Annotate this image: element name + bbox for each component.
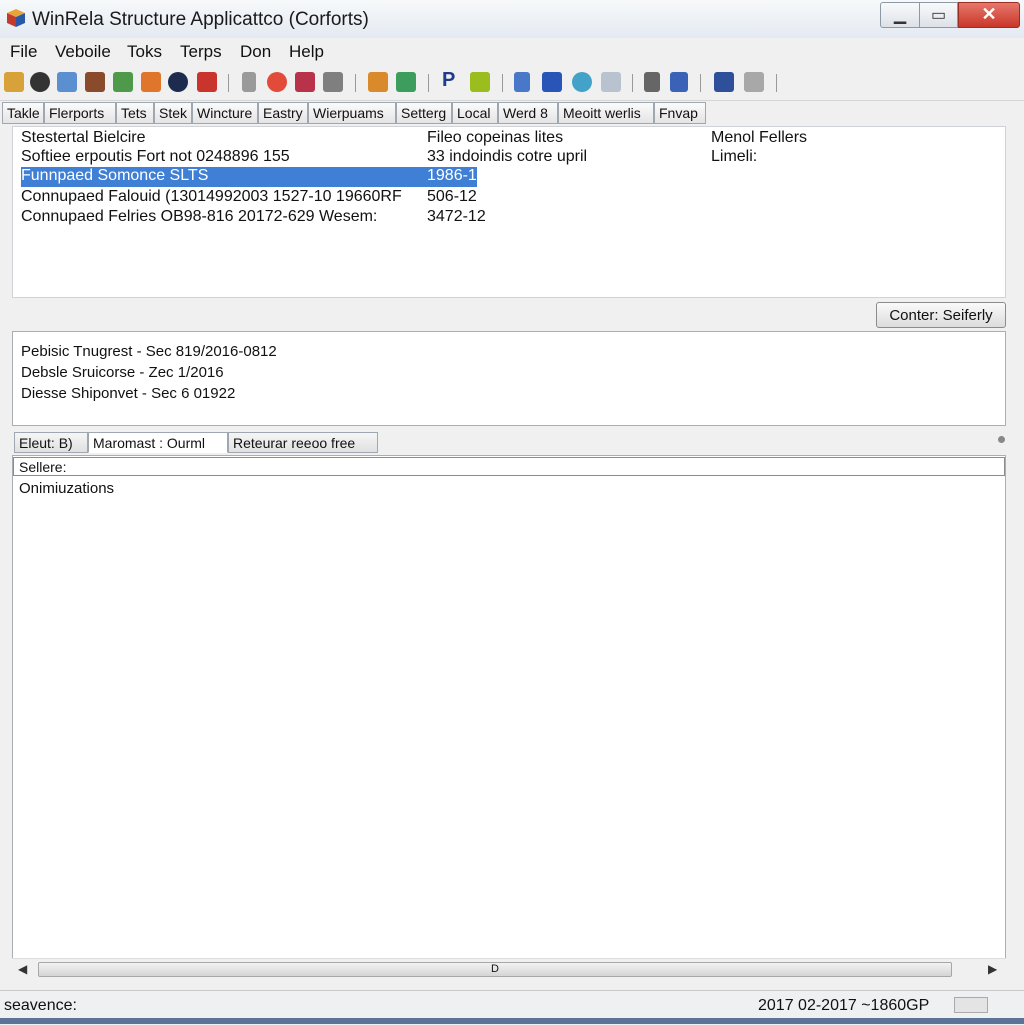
menu-bar: File Veboile Toks Terps Don Help: [0, 38, 1024, 66]
column-header-2[interactable]: Fileo copeinas lites: [427, 129, 563, 147]
tab-flerports[interactable]: Flerports: [44, 102, 116, 124]
tab-takle[interactable]: Takle: [2, 102, 44, 124]
tab-wincture[interactable]: Wincture: [192, 102, 258, 124]
puzzle-icon[interactable]: [295, 72, 315, 92]
file-list-panel: Stestertal Bielcire Fileo copeinas lites…: [12, 126, 1006, 298]
app-cube-icon: [7, 9, 25, 27]
title-bar: WinRela Structure Applicattco (Corforts)…: [0, 0, 1024, 39]
minimize-icon: ▁: [893, 7, 907, 24]
image-icon[interactable]: [368, 72, 388, 92]
subtab-maromast[interactable]: Maromast : Ourml: [88, 432, 228, 453]
table-row-3-col-1[interactable]: Connupaed Falouid (13014992003 1527-10 1…: [21, 188, 402, 206]
tab-strip: Takle Flerports Tets Stek Wincture Eastr…: [0, 102, 1024, 126]
status-right-text: 2017 02-2017 ~1860GP: [758, 997, 930, 1014]
pen-icon[interactable]: [323, 72, 343, 92]
table-row-2-col-2: 1986-1: [427, 167, 477, 184]
close-button[interactable]: ✕: [958, 2, 1020, 28]
table-row-1-col-2[interactable]: 33 indoindis cotre upril: [427, 148, 587, 166]
picture-icon[interactable]: [470, 72, 490, 92]
disc-icon[interactable]: [30, 72, 50, 92]
taskbar-strip: [0, 1018, 1024, 1024]
status-left-text: seavence:: [4, 997, 77, 1014]
body-text: Onimiuzations: [19, 480, 115, 497]
log-line-1: Pebisic Tnugrest - Sec 819/2016-0812: [21, 343, 277, 360]
pane-dot-icon: [998, 436, 1005, 443]
menu-terps[interactable]: Terps: [180, 42, 222, 62]
network-icon[interactable]: [714, 72, 734, 92]
page-icon[interactable]: [670, 72, 688, 92]
toolbar-separator: [632, 74, 633, 92]
document-icon[interactable]: [514, 72, 530, 92]
toolbar: P: [0, 66, 1024, 101]
p-icon[interactable]: P: [442, 69, 462, 91]
globe-icon[interactable]: [168, 72, 188, 92]
tab-fnvap[interactable]: Fnvap: [654, 102, 706, 124]
tab-stek[interactable]: Stek: [154, 102, 192, 124]
log-line-3: Diesse Shiponvet - Sec 6 01922: [21, 385, 236, 402]
scroll-left-icon[interactable]: ◀: [18, 962, 27, 976]
log-panel: Pebisic Tnugrest - Sec 819/2016-0812 Deb…: [12, 331, 1006, 426]
gear-icon[interactable]: [4, 72, 24, 92]
maximize-button[interactable]: ▭: [920, 2, 958, 28]
table-row-3-col-2[interactable]: 506-12: [427, 188, 477, 206]
subtab-reteurar[interactable]: Reteurar reeoo free: [228, 432, 378, 453]
close-icon: ✕: [981, 4, 997, 24]
table-row-1-col-1[interactable]: Softiee erpoutis Fort not 0248896 155: [21, 148, 290, 166]
column-header-1[interactable]: Stestertal Bielcire: [21, 129, 146, 147]
table-row-2-col-1: Funnpaed Somonce SLTS: [21, 167, 209, 184]
column-header-3[interactable]: Menol Fellers: [711, 129, 807, 147]
tab-eastry[interactable]: Eastry: [258, 102, 308, 124]
tab-wierpuams[interactable]: Wierpuams: [308, 102, 396, 124]
table-row-4-col-1[interactable]: Connupaed Felries OB98-816 20172-629 Wes…: [21, 208, 377, 226]
menu-file[interactable]: File: [10, 42, 37, 62]
tab-werd-8[interactable]: Werd 8: [498, 102, 558, 124]
cursor-icon[interactable]: [644, 72, 660, 92]
toolbar-separator: [428, 74, 429, 92]
settings-button[interactable]: Conter: Seiferly: [876, 302, 1006, 328]
toolbar-separator: [228, 74, 229, 92]
window-title: WinRela Structure Applicattco (Corforts): [32, 9, 369, 30]
pencil-icon[interactable]: [242, 72, 256, 92]
tab-tets[interactable]: Tets: [116, 102, 154, 124]
subtab-eleut[interactable]: Eleut: B): [14, 432, 88, 453]
monitor-icon[interactable]: [396, 72, 416, 92]
filter-input[interactable]: Sellere:: [13, 457, 1005, 476]
table-row-1-col-3[interactable]: Limeli:: [711, 148, 757, 166]
arrow-down-icon[interactable]: [542, 72, 562, 92]
printer-icon[interactable]: [744, 72, 764, 92]
menu-don[interactable]: Don: [240, 42, 271, 62]
tab-meoitt-werlis[interactable]: Meoitt werlis: [558, 102, 654, 124]
tab-setterg[interactable]: Setterg: [396, 102, 452, 124]
scroll-right-icon[interactable]: ▶: [988, 962, 997, 976]
toolbar-separator: [700, 74, 701, 92]
menu-veboile[interactable]: Veboile: [55, 42, 111, 62]
minimize-button[interactable]: ▁: [880, 2, 920, 28]
maximize-icon: ▭: [930, 7, 947, 24]
tree-icon[interactable]: [85, 72, 105, 92]
tab-local[interactable]: Local: [452, 102, 498, 124]
table-row-4-col-2[interactable]: 3472-12: [427, 208, 486, 226]
app-window: WinRela Structure Applicattco (Corforts)…: [0, 0, 1024, 1025]
output-panel: Sellere: Onimiuzations: [12, 455, 1006, 981]
lock-icon[interactable]: [57, 72, 77, 92]
window-icon[interactable]: [601, 72, 621, 92]
resize-grip-icon[interactable]: [954, 997, 988, 1013]
horizontal-scrollbar[interactable]: ◀ D ▶: [12, 958, 1006, 981]
menu-help[interactable]: Help: [289, 42, 324, 62]
globe-small-icon[interactable]: [572, 72, 592, 92]
toolbar-separator: [776, 74, 777, 92]
refresh-icon[interactable]: [267, 72, 287, 92]
table-row-selected[interactable]: Funnpaed Somonce SLTS 1986-1: [21, 167, 477, 187]
palette-icon[interactable]: [141, 72, 161, 92]
chart-icon[interactable]: [197, 72, 217, 92]
toolbar-separator: [502, 74, 503, 92]
scroll-thumb[interactable]: D: [38, 962, 952, 977]
menu-toks[interactable]: Toks: [127, 42, 162, 62]
toolbar-separator: [355, 74, 356, 92]
log-line-2: Debsle Sruicorse - Zec 1/2016: [21, 364, 224, 381]
tool-icon[interactable]: [113, 72, 133, 92]
